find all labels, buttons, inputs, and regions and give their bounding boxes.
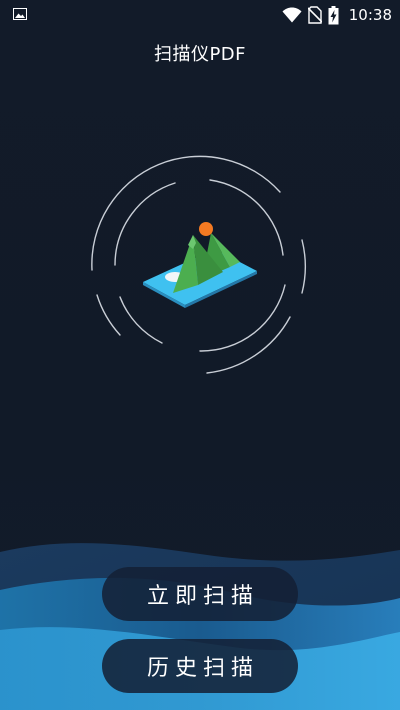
history-scan-label: 历史扫描 — [146, 656, 259, 681]
battery-charging-icon — [328, 5, 339, 24]
status-bar: 10:38 — [0, 0, 400, 30]
hero-illustration — [91, 155, 306, 374]
status-icons: 10:38 — [282, 5, 392, 25]
scan-now-button[interactable]: 立即扫描 — [102, 567, 298, 621]
landscape-icon — [143, 222, 257, 308]
status-time: 10:38 — [348, 6, 392, 24]
gallery-icon — [13, 8, 27, 20]
no-sim-icon — [307, 6, 322, 24]
wifi-icon — [282, 7, 302, 23]
app-title: 扫描仪PDF — [153, 44, 247, 65]
app-screen: 10:38 扫描仪PDF 立即扫描 历史扫描 — [0, 0, 400, 710]
scan-now-label: 立即扫描 — [146, 584, 259, 609]
history-scan-button[interactable]: 历史扫描 — [102, 639, 298, 693]
